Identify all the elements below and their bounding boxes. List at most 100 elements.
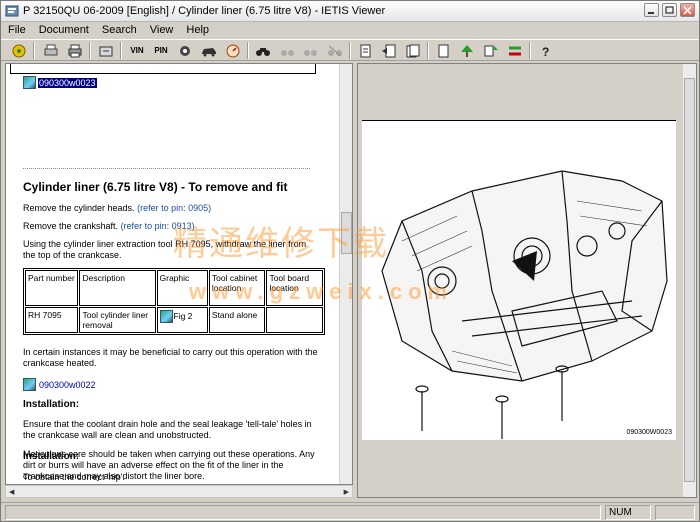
vin-label: VIN: [130, 46, 144, 55]
menu-document[interactable]: Document: [32, 23, 95, 39]
tree-expand-button[interactable]: [481, 41, 501, 60]
step-1-text: Remove the cylinder heads.: [23, 203, 135, 213]
printer-icon: [68, 44, 82, 57]
find-next-button[interactable]: [301, 41, 321, 60]
section-heading: Cylinder liner (6.75 litre V8) - To remo…: [23, 180, 288, 194]
help-icon: ?: [542, 45, 549, 58]
scroll-right-icon[interactable]: ▶: [344, 488, 349, 496]
step-2-link[interactable]: (refer to pin: 0913): [121, 221, 195, 231]
step-1: Remove the cylinder heads. (refer to pin…: [23, 203, 211, 214]
help-button[interactable]: ?: [535, 41, 555, 60]
tree-expand-icon: [484, 45, 498, 56]
back-page-icon: [382, 44, 396, 57]
globe-icon: [12, 44, 26, 57]
find-prev-button[interactable]: [277, 41, 297, 60]
document-vertical-scrollbar[interactable]: [339, 64, 352, 484]
step-1-link[interactable]: (refer to pin: 0905): [137, 203, 211, 213]
th-part-number: Part number: [25, 270, 79, 306]
engine-button[interactable]: [175, 41, 195, 60]
step-4: In certain instances it may be beneficia…: [23, 347, 318, 368]
step-2: Remove the crankshaft. (refer to pin: 09…: [23, 221, 195, 232]
tools-table: Part number Description Graphic Tool cab…: [23, 268, 325, 335]
pages-icon: [406, 44, 420, 57]
gauge-icon: [226, 44, 240, 57]
clear-search-button[interactable]: [325, 41, 345, 60]
back-page-button[interactable]: [379, 41, 399, 60]
document-horizontal-scrollbar[interactable]: ◀ ▶: [5, 485, 353, 498]
document-scroll-thumb[interactable]: [341, 212, 352, 254]
graphic-scroll-thumb[interactable]: [684, 78, 695, 482]
cell-graphic[interactable]: Fig 2: [156, 307, 208, 333]
image-thumbnail-icon: [23, 378, 36, 391]
print-button[interactable]: [65, 41, 85, 60]
minimize-button[interactable]: [644, 3, 659, 17]
menu-file[interactable]: File: [1, 23, 32, 39]
menu-search[interactable]: Search: [95, 23, 143, 39]
graphic-thumbnail-icon: [159, 310, 173, 323]
binoculars-forward-icon: [304, 49, 317, 56]
cell-tool-board-location: [266, 307, 323, 333]
install-para-1: Ensure that the coolant drain hole and t…: [23, 419, 312, 440]
title-bar: P 32150QU 06-2009 [English] / Cylinder l…: [1, 1, 699, 22]
print-preview-button[interactable]: [41, 41, 61, 60]
step-2-text: Remove the crankshaft.: [23, 221, 119, 231]
blank-page-button[interactable]: [433, 41, 453, 60]
graphic-vertical-scrollbar[interactable]: [683, 64, 696, 497]
section-divider: [23, 168, 310, 169]
tree-icon: [461, 44, 473, 57]
th-description: Description: [79, 270, 156, 306]
car-button[interactable]: [199, 41, 219, 60]
find-button[interactable]: [253, 41, 273, 60]
figure-label: 090300W0023: [626, 429, 672, 436]
tree-collapse-button[interactable]: [505, 41, 525, 60]
tree-collapse-icon: [509, 46, 521, 55]
blank-page-icon: [438, 44, 449, 57]
cell-part-number: RH 7095: [25, 307, 79, 333]
installation-heading: Installation:: [23, 399, 80, 410]
tools-table-header: Part number Description Graphic Tool cab…: [25, 270, 323, 306]
scroll-left-icon[interactable]: ◀: [9, 488, 14, 496]
app-icon: [5, 5, 19, 17]
pin-label: PIN: [154, 46, 168, 55]
cell-description: Tool cylinder liner removal: [79, 307, 156, 333]
close-icon: [683, 6, 692, 15]
image-thumbnail-icon: [23, 76, 36, 89]
pin-button[interactable]: PIN: [149, 41, 173, 60]
viewer-window: P 32150QU 06-2009 [English] / Cylinder l…: [0, 0, 700, 522]
cell-graphic-label: Fig 2: [173, 310, 193, 321]
prev-content-box: [10, 64, 316, 74]
th-tool-board-location: Tool board location: [266, 270, 323, 306]
menu-help[interactable]: Help: [179, 23, 215, 39]
binoculars-clear-icon: [328, 45, 342, 56]
installation-heading-2: Installation:: [23, 451, 80, 462]
vin-button[interactable]: VIN: [125, 41, 149, 60]
close-button[interactable]: [680, 3, 695, 17]
page-button[interactable]: [355, 41, 375, 60]
status-num: NUM: [605, 505, 651, 520]
figure-ref-2[interactable]: 090300w0022: [23, 378, 97, 391]
status-bar: NUM: [1, 502, 699, 522]
binoculars-icon: [256, 47, 270, 56]
page-icon: [360, 44, 371, 57]
binoculars-back-icon: [281, 49, 294, 56]
status-message: [5, 505, 601, 520]
home-button[interactable]: [9, 41, 29, 60]
menu-bar: File Document Search View Help: [1, 23, 699, 39]
gauge-button[interactable]: [223, 41, 243, 60]
document-content: 090300w0023 Cylinder liner (6.75 litre V…: [6, 64, 340, 484]
table-row: RH 7095 Tool cylinder liner removal Fig …: [25, 307, 323, 333]
figure-ref-1[interactable]: 090300w0023: [23, 76, 97, 89]
pages-button[interactable]: [403, 41, 423, 60]
export-icon: [99, 46, 113, 56]
figure-ref-2-label[interactable]: 090300w0022: [38, 380, 97, 390]
menu-view[interactable]: View: [143, 23, 180, 39]
tree-button[interactable]: [457, 41, 477, 60]
install-para-3: To obtain the correct 'nip'.: [23, 472, 125, 482]
print-preview-icon: [44, 44, 58, 55]
export-button[interactable]: [96, 41, 116, 60]
figure-ref-1-label[interactable]: 090300w0023: [38, 77, 97, 88]
maximize-button[interactable]: [662, 3, 677, 17]
graphic-pane[interactable]: 090300W0023: [357, 63, 697, 498]
document-pane[interactable]: 090300w0023 Cylinder liner (6.75 litre V…: [5, 63, 353, 485]
crankcase-illustration: [381, 170, 668, 439]
